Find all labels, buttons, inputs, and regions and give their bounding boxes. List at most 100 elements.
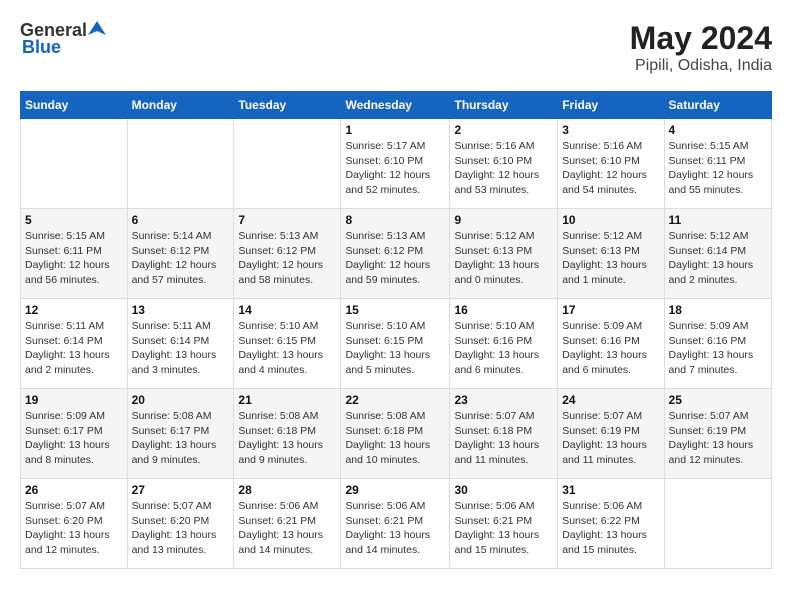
day-number: 16 (454, 303, 553, 317)
title-area: May 2024 Pipili, Odisha, India (630, 20, 772, 75)
day-number: 29 (345, 483, 445, 497)
day-info: Sunrise: 5:14 AM Sunset: 6:12 PM Dayligh… (132, 229, 230, 288)
day-info: Sunrise: 5:07 AM Sunset: 6:18 PM Dayligh… (454, 409, 553, 468)
day-info: Sunrise: 5:15 AM Sunset: 6:11 PM Dayligh… (669, 139, 767, 198)
calendar-header-row: SundayMondayTuesdayWednesdayThursdayFrid… (21, 92, 772, 119)
logo-bird-icon (88, 21, 106, 39)
header: General Blue May 2024 Pipili, Odisha, In… (20, 20, 772, 75)
day-number: 26 (25, 483, 123, 497)
day-info: Sunrise: 5:08 AM Sunset: 6:18 PM Dayligh… (238, 409, 336, 468)
day-info: Sunrise: 5:16 AM Sunset: 6:10 PM Dayligh… (562, 139, 659, 198)
day-info: Sunrise: 5:09 AM Sunset: 6:16 PM Dayligh… (562, 319, 659, 378)
calendar-cell: 9Sunrise: 5:12 AM Sunset: 6:13 PM Daylig… (450, 209, 558, 299)
calendar-cell: 26 Sunrise: 5:07 AM Sunset: 6:20 PM Dayli… (21, 479, 128, 569)
day-info: Sunrise: 5:07 AM Sunset: 6:20 PM Dayligh… (132, 499, 230, 558)
day-number: 23 (454, 393, 553, 407)
day-info: Sunrise: 5:17 AM Sunset: 6:10 PM Dayligh… (345, 139, 445, 198)
day-info: Sunrise: 5:15 AM Sunset: 6:11 PM Dayligh… (25, 229, 123, 288)
day-number: 13 (132, 303, 230, 317)
day-number: 1 (345, 123, 445, 137)
day-info: Sunrise: 5:10 AM Sunset: 6:15 PM Dayligh… (238, 319, 336, 378)
calendar-cell: 11 Sunrise: 5:12 AM Sunset: 6:14 PM Dayli… (664, 209, 771, 299)
day-info: Sunrise: 5:07 AM Sunset: 6:19 PM Dayligh… (669, 409, 767, 468)
calendar-cell: 27 Sunrise: 5:07 AM Sunset: 6:20 PM Dayli… (127, 479, 234, 569)
calendar-cell: 4 Sunrise: 5:15 AM Sunset: 6:11 PM Daylig… (664, 119, 771, 209)
calendar-cell: 25Sunrise: 5:07 AM Sunset: 6:19 PM Dayli… (664, 389, 771, 479)
day-number: 4 (669, 123, 767, 137)
day-info: Sunrise: 5:08 AM Sunset: 6:18 PM Dayligh… (345, 409, 445, 468)
day-of-week-header: Tuesday (234, 92, 341, 119)
calendar-table: SundayMondayTuesdayWednesdayThursdayFrid… (20, 91, 772, 569)
calendar-cell: 17 Sunrise: 5:09 AM Sunset: 6:16 PM Dayli… (558, 299, 664, 389)
day-info: Sunrise: 5:16 AM Sunset: 6:10 PM Dayligh… (454, 139, 553, 198)
day-info: Sunrise: 5:10 AM Sunset: 6:15 PM Dayligh… (345, 319, 445, 378)
day-number: 21 (238, 393, 336, 407)
day-info: Sunrise: 5:06 AM Sunset: 6:21 PM Dayligh… (238, 499, 336, 558)
calendar-cell: 15 Sunrise: 5:10 AM Sunset: 6:15 PM Dayli… (341, 299, 450, 389)
day-number: 22 (345, 393, 445, 407)
day-number: 19 (25, 393, 123, 407)
day-of-week-header: Thursday (450, 92, 558, 119)
calendar-week-row: 26 Sunrise: 5:07 AM Sunset: 6:20 PM Dayli… (21, 479, 772, 569)
calendar-cell: 8 Sunrise: 5:13 AM Sunset: 6:12 PM Daylig… (341, 209, 450, 299)
logo-blue-text: Blue (22, 37, 61, 58)
calendar-cell: 19 Sunrise: 5:09 AM Sunset: 6:17 PM Dayli… (21, 389, 128, 479)
day-number: 24 (562, 393, 659, 407)
day-info: Sunrise: 5:06 AM Sunset: 6:21 PM Dayligh… (345, 499, 445, 558)
calendar-cell: 7 Sunrise: 5:13 AM Sunset: 6:12 PM Daylig… (234, 209, 341, 299)
day-number: 12 (25, 303, 123, 317)
calendar-week-row: 19 Sunrise: 5:09 AM Sunset: 6:17 PM Dayli… (21, 389, 772, 479)
calendar-week-row: 1 Sunrise: 5:17 AM Sunset: 6:10 PM Daylig… (21, 119, 772, 209)
day-info: Sunrise: 5:12 AM Sunset: 6:13 PM Dayligh… (562, 229, 659, 288)
calendar-cell: 20 Sunrise: 5:08 AM Sunset: 6:17 PM Dayli… (127, 389, 234, 479)
day-info: Sunrise: 5:10 AM Sunset: 6:16 PM Dayligh… (454, 319, 553, 378)
day-number: 3 (562, 123, 659, 137)
calendar-cell: 10Sunrise: 5:12 AM Sunset: 6:13 PM Dayli… (558, 209, 664, 299)
calendar-cell: 21 Sunrise: 5:08 AM Sunset: 6:18 PM Dayli… (234, 389, 341, 479)
calendar-cell: 13 Sunrise: 5:11 AM Sunset: 6:14 PM Dayli… (127, 299, 234, 389)
day-number: 11 (669, 213, 767, 227)
day-info: Sunrise: 5:13 AM Sunset: 6:12 PM Dayligh… (238, 229, 336, 288)
calendar-cell (234, 119, 341, 209)
day-info: Sunrise: 5:08 AM Sunset: 6:17 PM Dayligh… (132, 409, 230, 468)
day-number: 28 (238, 483, 336, 497)
month-title: May 2024 (630, 20, 772, 57)
day-info: Sunrise: 5:11 AM Sunset: 6:14 PM Dayligh… (132, 319, 230, 378)
day-number: 7 (238, 213, 336, 227)
calendar-week-row: 5 Sunrise: 5:15 AM Sunset: 6:11 PM Daylig… (21, 209, 772, 299)
calendar-cell: 23 Sunrise: 5:07 AM Sunset: 6:18 PM Dayli… (450, 389, 558, 479)
day-info: Sunrise: 5:07 AM Sunset: 6:20 PM Dayligh… (25, 499, 123, 558)
day-of-week-header: Friday (558, 92, 664, 119)
calendar-cell: 22 Sunrise: 5:08 AM Sunset: 6:18 PM Dayli… (341, 389, 450, 479)
calendar-cell (21, 119, 128, 209)
day-info: Sunrise: 5:06 AM Sunset: 6:21 PM Dayligh… (454, 499, 553, 558)
day-info: Sunrise: 5:12 AM Sunset: 6:13 PM Dayligh… (454, 229, 553, 288)
calendar-cell: 1 Sunrise: 5:17 AM Sunset: 6:10 PM Daylig… (341, 119, 450, 209)
calendar-cell (664, 479, 771, 569)
day-info: Sunrise: 5:09 AM Sunset: 6:17 PM Dayligh… (25, 409, 123, 468)
calendar-cell (127, 119, 234, 209)
day-info: Sunrise: 5:09 AM Sunset: 6:16 PM Dayligh… (669, 319, 767, 378)
day-number: 27 (132, 483, 230, 497)
calendar-cell: 3 Sunrise: 5:16 AM Sunset: 6:10 PM Daylig… (558, 119, 664, 209)
calendar-cell: 14Sunrise: 5:10 AM Sunset: 6:15 PM Dayli… (234, 299, 341, 389)
day-number: 8 (345, 213, 445, 227)
day-of-week-header: Wednesday (341, 92, 450, 119)
calendar-cell: 28 Sunrise: 5:06 AM Sunset: 6:21 PM Dayli… (234, 479, 341, 569)
logo: General Blue (20, 20, 106, 58)
day-number: 15 (345, 303, 445, 317)
day-number: 2 (454, 123, 553, 137)
day-of-week-header: Saturday (664, 92, 771, 119)
calendar-cell: 18 Sunrise: 5:09 AM Sunset: 6:16 PM Dayli… (664, 299, 771, 389)
calendar-cell: 12Sunrise: 5:11 AM Sunset: 6:14 PM Dayli… (21, 299, 128, 389)
day-number: 20 (132, 393, 230, 407)
day-number: 31 (562, 483, 659, 497)
calendar-cell: 5 Sunrise: 5:15 AM Sunset: 6:11 PM Daylig… (21, 209, 128, 299)
day-info: Sunrise: 5:12 AM Sunset: 6:14 PM Dayligh… (669, 229, 767, 288)
day-info: Sunrise: 5:13 AM Sunset: 6:12 PM Dayligh… (345, 229, 445, 288)
day-number: 18 (669, 303, 767, 317)
day-number: 17 (562, 303, 659, 317)
day-number: 5 (25, 213, 123, 227)
day-number: 30 (454, 483, 553, 497)
calendar-cell: 29 Sunrise: 5:06 AM Sunset: 6:21 PM Dayli… (341, 479, 450, 569)
